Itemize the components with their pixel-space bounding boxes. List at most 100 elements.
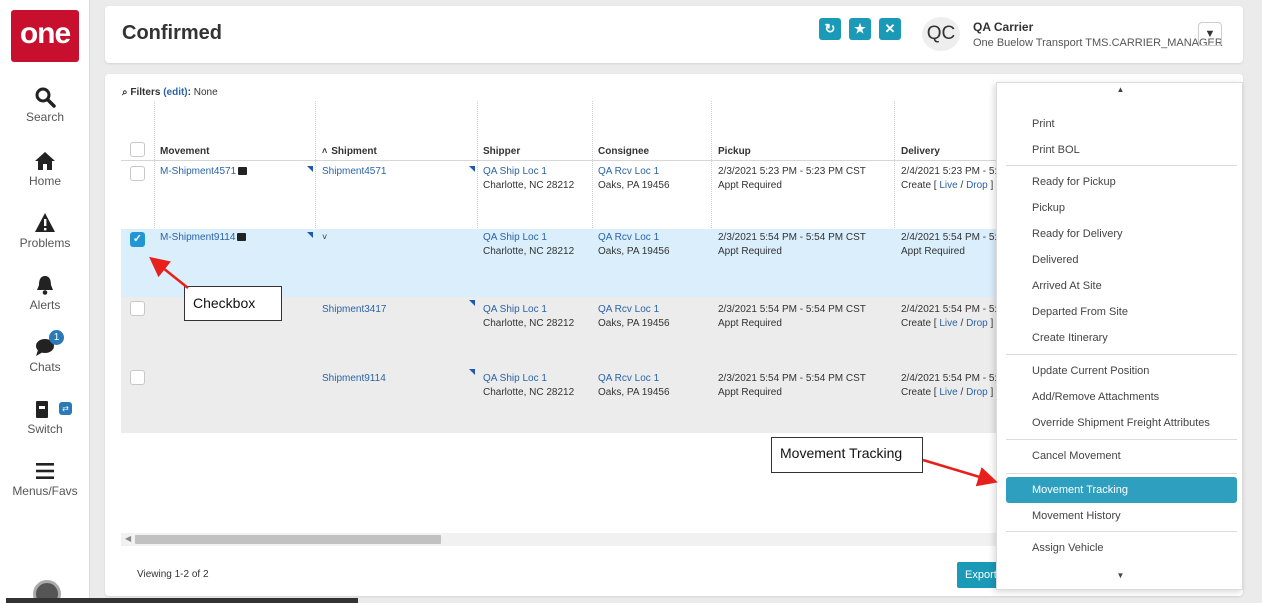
user-menu-button[interactable]: ▼	[1198, 22, 1222, 46]
table-row[interactable]: M-Shipment4571 Shipment4571 QA Ship Loc …	[121, 163, 1008, 229]
app-logo[interactable]: one	[11, 10, 79, 62]
col-header-shipment[interactable]: ˄ Shipment	[322, 146, 377, 157]
delivery-time: 2/4/2021 5:54 PM - 5:54	[901, 232, 1009, 243]
select-all-checkbox[interactable]	[130, 142, 145, 157]
table-row[interactable]: Shipment9114 QA Ship Loc 1 Charlotte, NC …	[121, 365, 1008, 433]
movement-link[interactable]: M-Shipment9114	[160, 231, 247, 245]
user-avatar[interactable]: QC	[922, 17, 960, 51]
nav-home[interactable]: Home	[0, 150, 90, 188]
menu-item-print-bol[interactable]: Print BOL	[1006, 137, 1237, 163]
row-menu-marker[interactable]	[469, 369, 475, 375]
filters-edit-link[interactable]: (edit)	[163, 87, 187, 98]
shipper-link[interactable]: QA Ship Loc 1	[483, 373, 547, 384]
drop-link[interactable]: Drop	[966, 387, 988, 398]
menu-item-movement-history[interactable]: Movement History	[1006, 503, 1237, 529]
drop-link[interactable]: Drop	[966, 180, 988, 191]
menu-item-cancel-movement[interactable]: Cancel Movement	[1006, 443, 1237, 469]
menu-divider	[1006, 531, 1237, 532]
chevron-down-icon: ▼	[1204, 28, 1216, 40]
close-button[interactable]: ✕	[879, 18, 901, 40]
row-menu-marker[interactable]	[307, 232, 313, 238]
refresh-button[interactable]: ↻	[819, 18, 841, 40]
tooltip-bar	[6, 598, 358, 603]
pickup-cell: 2/3/2021 5:54 PM - 5:54 PM CST Appt Requi…	[718, 303, 866, 331]
col-header-movement[interactable]: Movement	[160, 146, 209, 157]
shipment-link[interactable]: Shipment9114	[322, 372, 386, 386]
row-menu-marker[interactable]	[469, 166, 475, 172]
menu-item-assign-vehicle[interactable]: Assign Vehicle	[1006, 535, 1237, 561]
menu-divider	[1006, 165, 1237, 166]
menu-item-arrived-at-site[interactable]: Arrived At Site	[1006, 273, 1237, 299]
shipper-link[interactable]: QA Ship Loc 1	[483, 304, 547, 315]
shipment-link[interactable]: Shipment3417	[322, 303, 387, 317]
col-header-shipper[interactable]: Shipper	[483, 146, 520, 157]
col-header-pickup[interactable]: Pickup	[718, 146, 751, 157]
check-icon: ✓	[132, 233, 143, 245]
menu-item-movement-tracking[interactable]: Movement Tracking	[1006, 477, 1237, 503]
menu-divider	[1006, 473, 1237, 474]
map-icon[interactable]	[237, 233, 247, 241]
menu-item-override-freight-attributes[interactable]: Override Shipment Freight Attributes	[1006, 410, 1237, 436]
filters-label: Filters	[130, 87, 161, 98]
pickup-note: Appt Required	[718, 180, 782, 191]
drop-link[interactable]: Drop	[966, 318, 988, 329]
shipper-city: Charlotte, NC 28212	[483, 180, 575, 191]
user-name: QA Carrier	[973, 20, 1034, 34]
menu-item-pickup[interactable]: Pickup	[1006, 195, 1237, 221]
menu-item-departed-from-site[interactable]: Departed From Site	[1006, 299, 1237, 325]
delivery-note: Appt Required	[901, 246, 965, 257]
nav-alerts[interactable]: Alerts	[0, 274, 90, 312]
menu-item-create-itinerary[interactable]: Create Itinerary	[1006, 325, 1237, 351]
live-link[interactable]: Live	[939, 180, 957, 191]
filter-icon: ⌕	[122, 87, 128, 98]
annotation-checkbox: Checkbox	[184, 286, 282, 321]
movement-link[interactable]: M-Shipment4571	[160, 165, 248, 179]
consignee-link[interactable]: QA Rcv Loc 1	[598, 166, 659, 177]
nav-problems[interactable]: Problems	[0, 212, 90, 250]
menu-item-update-current-position[interactable]: Update Current Position	[1006, 358, 1237, 384]
shipper-link[interactable]: QA Ship Loc 1	[483, 166, 547, 177]
menu-item-print[interactable]: Print	[1006, 111, 1237, 137]
row-checkbox[interactable]	[130, 370, 145, 385]
live-link[interactable]: Live	[939, 318, 957, 329]
chevron-down-icon: ▼	[1116, 571, 1125, 580]
row-menu-marker[interactable]	[307, 166, 313, 172]
pickup-note: Appt Required	[718, 318, 782, 329]
chevron-up-icon: ▲	[1116, 85, 1125, 94]
col-header-consignee[interactable]: Consignee	[598, 146, 649, 157]
consignee-link[interactable]: QA Rcv Loc 1	[598, 232, 659, 243]
scrollbar-thumb[interactable]	[135, 535, 441, 544]
consignee-link[interactable]: QA Rcv Loc 1	[598, 373, 659, 384]
consignee-city: Oaks, PA 19456	[598, 180, 670, 191]
shipment-expand-toggle[interactable]: ˅	[322, 230, 327, 244]
nav-home-label: Home	[28, 174, 61, 188]
horizontal-scrollbar[interactable]: ◀	[121, 533, 1001, 546]
switch-icon: ⇄	[32, 398, 72, 420]
row-checkbox-checked[interactable]: ✓	[130, 232, 145, 247]
nav-search[interactable]: Search	[0, 86, 90, 124]
nav-switch[interactable]: ⇄ Switch	[0, 398, 90, 436]
live-link[interactable]: Live	[939, 387, 957, 398]
consignee-link[interactable]: QA Rcv Loc 1	[598, 304, 659, 315]
shipment-link[interactable]: Shipment4571	[322, 165, 387, 179]
col-header-delivery[interactable]: Delivery	[901, 146, 940, 157]
menu-scroll-up[interactable]: ▲	[997, 83, 1244, 97]
row-checkbox[interactable]	[130, 301, 145, 316]
map-icon[interactable]	[238, 167, 248, 175]
menu-item-ready-for-delivery[interactable]: Ready for Delivery	[1006, 221, 1237, 247]
nav-chats[interactable]: 1 Chats	[0, 330, 90, 374]
nav-menus-favs[interactable]: Menus/Favs	[0, 460, 90, 498]
menu-item-ready-for-pickup[interactable]: Ready for Pickup	[1006, 169, 1237, 195]
delivery-time: 2/4/2021 5:54 PM - 5:54	[901, 373, 1009, 384]
scroll-left-icon[interactable]: ◀	[125, 534, 131, 543]
row-menu-marker[interactable]	[469, 300, 475, 306]
shipper-link[interactable]: QA Ship Loc 1	[483, 232, 547, 243]
search-icon	[32, 86, 58, 108]
menu-item-add-remove-attachments[interactable]: Add/Remove Attachments	[1006, 384, 1237, 410]
menu-scroll-down[interactable]: ▼	[997, 569, 1244, 583]
favorite-button[interactable]: ★	[849, 18, 871, 40]
consignee-cell: QA Rcv Loc 1 Oaks, PA 19456	[598, 372, 670, 400]
row-checkbox[interactable]	[130, 166, 145, 181]
menu-item-delivered[interactable]: Delivered	[1006, 247, 1237, 273]
filters-value: None	[193, 87, 218, 98]
